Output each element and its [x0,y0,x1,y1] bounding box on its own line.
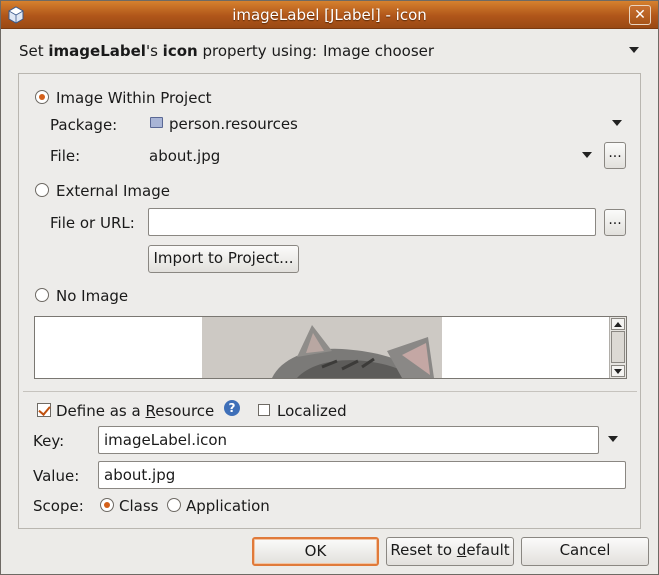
localized-label[interactable]: Localized [277,402,347,420]
reset-label-pre: Reset to [390,541,457,559]
property-description: Set imageLabel's icon property using: [19,42,317,60]
cat-ears-picture [202,317,442,378]
preview-image-cat [202,317,442,378]
suffix-text: property using: [197,42,318,60]
scope-class-label[interactable]: Class [119,497,158,515]
define-label-pre: Define as a [56,402,146,420]
cancel-button[interactable]: Cancel [521,537,649,566]
package-label: Package: [50,116,118,134]
ok-button[interactable]: OK [252,537,379,566]
no-image-radio[interactable] [35,288,49,302]
define-resource-checkbox[interactable] [37,403,51,417]
scroll-down-arrow-icon [614,369,622,374]
scroll-thumb[interactable] [611,331,625,363]
external-image-radio[interactable] [35,183,49,197]
component-name: imageLabel [48,42,146,60]
dialog-window: imageLabel [JLabel] - icon ✕ Set imageLa… [0,0,659,575]
within-project-label[interactable]: Image Within Project [56,89,212,107]
package-folder-icon [150,117,163,128]
file-browse-button[interactable]: ... [604,142,626,169]
reset-label-mnemonic: d [456,541,467,559]
scroll-up-button[interactable] [611,318,625,330]
file-select-value[interactable]: about.jpg [149,147,220,165]
help-icon[interactable]: ? [224,400,240,416]
section-divider [23,391,637,392]
editor-dropdown-icon[interactable] [629,47,639,53]
property-name: icon [162,42,198,60]
title-bar[interactable]: imageLabel [JLabel] - icon ✕ [1,1,658,29]
import-to-project-button[interactable]: Import to Project... [148,245,299,273]
scope-class-radio[interactable] [100,498,114,512]
define-label-post: esource [155,402,215,420]
no-image-label[interactable]: No Image [56,287,128,305]
preview-scrollbar[interactable] [609,317,626,378]
key-dropdown-icon[interactable] [608,436,618,442]
value-input[interactable]: about.jpg [98,461,626,489]
value-label: Value: [33,467,80,485]
package-dropdown-icon[interactable] [612,120,622,126]
possessive-text: 's [145,42,163,60]
scope-label: Scope: [33,497,84,515]
reset-to-default-button[interactable]: Reset to default [386,537,514,566]
key-label: Key: [33,432,65,450]
external-image-label[interactable]: External Image [56,182,170,200]
scope-application-label[interactable]: Application [186,497,270,515]
within-project-radio[interactable] [35,90,49,104]
file-label: File: [50,147,81,165]
file-or-url-label: File or URL: [50,214,135,232]
prefix-text: Set [19,42,49,60]
scope-application-radio[interactable] [167,498,181,512]
package-select-value[interactable]: person.resources [169,115,298,133]
window-title: imageLabel [JLabel] - icon [232,6,427,24]
scroll-down-button[interactable] [611,365,625,377]
file-dropdown-icon[interactable] [582,152,592,158]
close-icon[interactable]: ✕ [629,5,651,25]
define-resource-label[interactable]: Define as a Resource [56,402,214,420]
define-label-mnemonic: R [145,402,156,420]
file-or-url-input[interactable] [148,208,596,236]
scroll-up-arrow-icon [614,322,622,327]
editor-select-value[interactable]: Image chooser [323,42,434,60]
reset-label-post: efault [466,541,510,559]
image-preview[interactable] [34,316,627,379]
localized-checkbox[interactable] [258,404,270,416]
url-browse-button[interactable]: ... [604,209,626,236]
key-input[interactable]: imageLabel.icon [98,426,599,454]
